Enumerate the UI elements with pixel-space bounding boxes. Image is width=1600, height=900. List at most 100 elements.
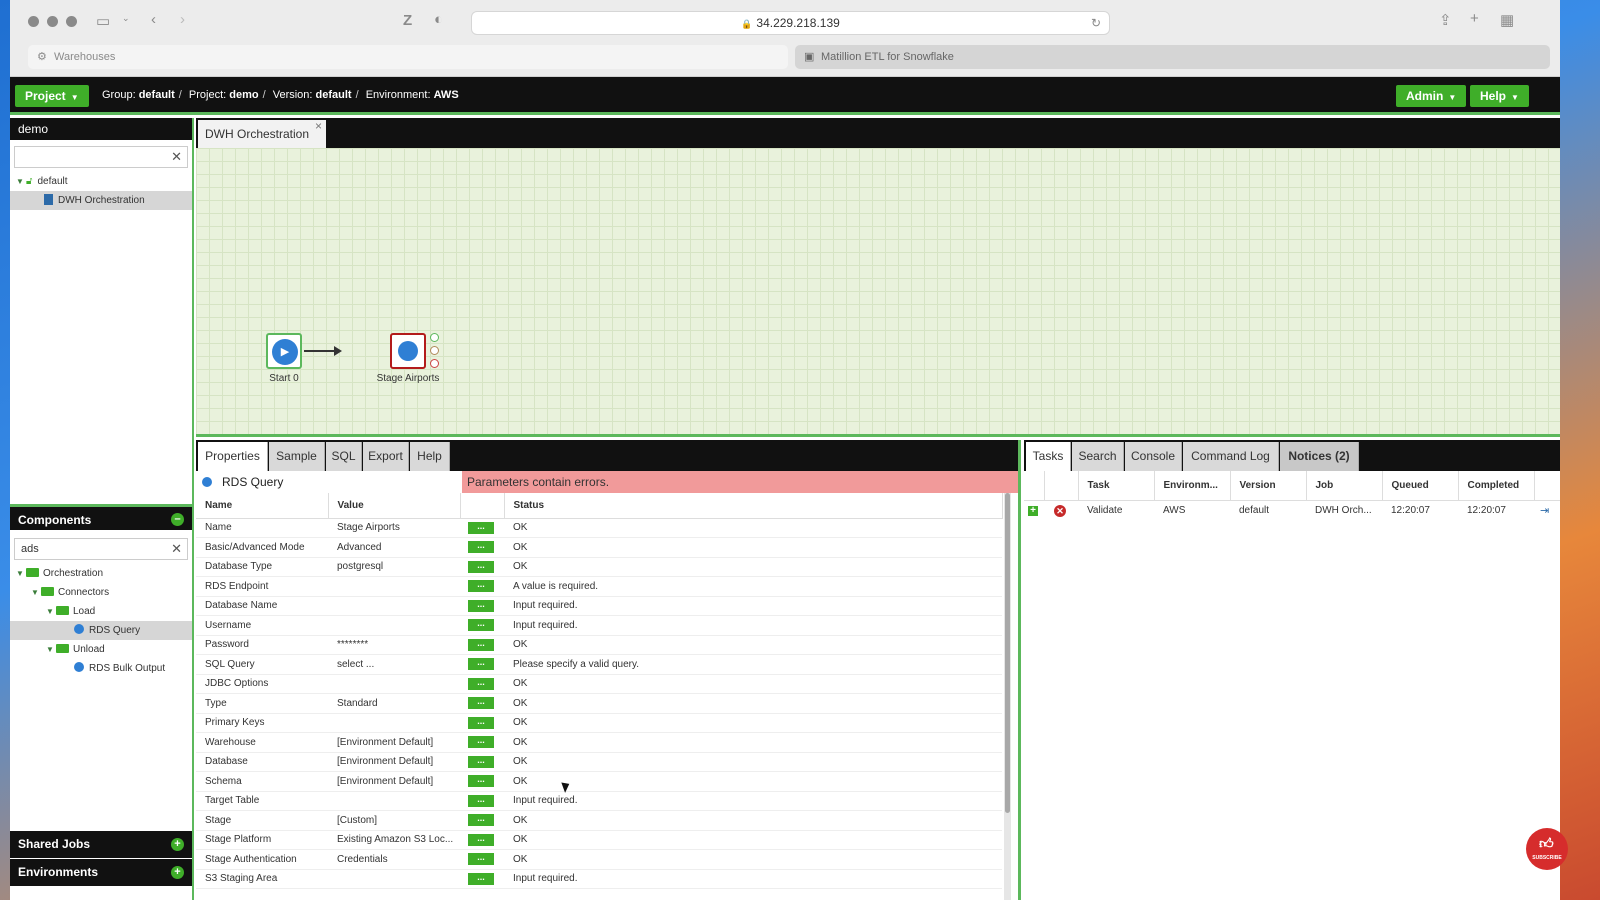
close-tab-icon[interactable]: × [315, 112, 322, 140]
properties-scrollbar[interactable] [1004, 493, 1011, 900]
chevron-down-icon[interactable]: ⌄ [122, 13, 130, 24]
edit-button[interactable]: ... [460, 810, 504, 831]
edit-button[interactable]: ... [460, 654, 504, 675]
tab-search[interactable]: Search [1072, 442, 1124, 471]
subscribe-button[interactable]: 👍︎ SUBSCRIBE [1526, 828, 1568, 870]
column-header-name[interactable]: Name [196, 493, 329, 519]
table-row[interactable]: Password ********... OK [196, 635, 1002, 655]
table-row[interactable]: JDBC Options... OK [196, 674, 1002, 694]
expand-plus-icon[interactable]: + [171, 838, 184, 851]
edit-ellipsis-button[interactable]: ... [468, 853, 494, 866]
stage-airports-node[interactable]: Stage Airports [377, 333, 439, 384]
tab-overview-icon[interactable]: ▦ [1500, 11, 1514, 29]
table-row[interactable]: + ✕ Validate AWS default DWH Orch... 12:… [1024, 500, 1560, 521]
stage-airports-node-box[interactable] [390, 333, 426, 369]
column-header-queued[interactable]: Queued [1382, 471, 1459, 501]
tab-dwh-orchestration[interactable]: DWH Orchestration × [198, 119, 326, 148]
scrollbar-thumb[interactable] [1005, 493, 1010, 813]
edit-ellipsis-button[interactable]: ... [468, 697, 494, 710]
edit-button[interactable]: ... [460, 752, 504, 772]
edit-ellipsis-button[interactable]: ... [468, 755, 494, 768]
tree-item-default[interactable]: ▼ 🔓︎ default [10, 172, 192, 191]
column-header-job[interactable]: Job [1306, 471, 1383, 501]
table-row[interactable]: Database Name... Input required. [196, 596, 1002, 616]
flow-connector-arrow[interactable] [304, 346, 342, 356]
edit-button[interactable]: ... [460, 518, 504, 538]
close-window-button[interactable] [28, 16, 39, 27]
table-row[interactable]: Target Table... Input required. [196, 791, 1002, 811]
table-row[interactable]: RDS Endpoint... A value is required. [196, 576, 1002, 597]
edit-button[interactable]: ... [460, 596, 504, 616]
table-row[interactable]: Warehouse [Environment Default]... OK [196, 732, 1002, 753]
edit-button[interactable]: ... [460, 830, 504, 850]
triangle-down-icon[interactable]: ▼ [44, 602, 56, 621]
privacy-shield-icon[interactable]: ◐ [434, 11, 443, 28]
tree-item-orchestration[interactable]: ▼ Orchestration [10, 564, 192, 583]
help-menu-button[interactable]: Help ▼ [1470, 85, 1529, 107]
triangle-down-icon[interactable]: ▼ [29, 583, 41, 602]
column-header-task[interactable]: Task [1078, 471, 1155, 501]
edit-button[interactable]: ... [460, 869, 504, 889]
table-row[interactable]: Stage [Custom]... OK [196, 810, 1002, 831]
table-row[interactable]: Database [Environment Default]... OK [196, 752, 1002, 772]
tab-console[interactable]: Console [1125, 442, 1182, 471]
tree-item-load[interactable]: ▼ Load [10, 602, 192, 621]
triangle-down-icon[interactable]: ▼ [14, 172, 26, 191]
edit-button[interactable]: ... [460, 732, 504, 753]
edit-button[interactable]: ... [460, 713, 504, 733]
clear-search-icon[interactable]: ✕ [171, 147, 182, 167]
admin-menu-button[interactable]: Admin ▼ [1396, 85, 1467, 107]
edit-ellipsis-button[interactable]: ... [468, 833, 494, 846]
success-port-icon[interactable] [430, 333, 439, 342]
tab-properties[interactable]: Properties [198, 442, 268, 471]
environments-header[interactable]: Environments + [10, 859, 192, 886]
table-row[interactable]: Basic/Advanced Mode Advanced... OK [196, 537, 1002, 558]
project-search-input[interactable]: ✕ [14, 146, 188, 168]
table-row[interactable]: Stage Authentication Credentials... OK [196, 849, 1002, 870]
edit-ellipsis-button[interactable]: ... [468, 794, 494, 807]
table-row[interactable]: Primary Keys... OK [196, 713, 1002, 733]
edit-ellipsis-button[interactable]: ... [468, 560, 494, 573]
reload-icon[interactable]: ↻ [1091, 12, 1101, 34]
start-node[interactable]: ▶ Start 0 [266, 333, 302, 384]
edit-ellipsis-button[interactable]: ... [468, 521, 494, 534]
edit-ellipsis-button[interactable]: ... [468, 599, 494, 612]
edit-button[interactable]: ... [460, 615, 504, 636]
edit-button[interactable]: ... [460, 557, 504, 577]
job-canvas[interactable]: ▶ Start 0 Stage Airports [196, 148, 1560, 437]
address-bar[interactable]: 🔒 34.229.218.139 ↻ [471, 11, 1110, 35]
edit-ellipsis-button[interactable]: ... [468, 619, 494, 632]
forward-icon[interactable]: › [180, 11, 185, 28]
edit-ellipsis-button[interactable]: ... [468, 658, 494, 671]
table-row[interactable]: Stage Platform Existing Amazon S3 Loc....… [196, 830, 1002, 850]
project-menu-button[interactable]: Project ▼ [15, 85, 89, 107]
tab-export[interactable]: Export [363, 442, 409, 471]
edit-button[interactable]: ... [460, 635, 504, 655]
edit-button[interactable]: ... [460, 674, 504, 694]
new-tab-icon[interactable]: + [1470, 10, 1479, 27]
browser-tab-warehouses[interactable]: ⚙ Warehouses [28, 45, 788, 69]
table-row[interactable]: Name Stage Airports... OK [196, 518, 1002, 538]
back-icon[interactable]: ‹ [151, 11, 156, 28]
column-header-value[interactable]: Value [328, 493, 461, 519]
triangle-down-icon[interactable]: ▼ [44, 640, 56, 659]
tab-notices[interactable]: Notices (2) [1280, 442, 1359, 471]
table-row[interactable]: Database Type postgresql... OK [196, 557, 1002, 577]
maximize-window-button[interactable] [66, 16, 77, 27]
column-header-completed[interactable]: Completed [1458, 471, 1535, 501]
tab-sql[interactable]: SQL [326, 442, 362, 471]
edit-ellipsis-button[interactable]: ... [468, 638, 494, 651]
edit-button[interactable]: ... [460, 771, 504, 792]
tab-help[interactable]: Help [410, 442, 450, 471]
column-header-version[interactable]: Version [1230, 471, 1307, 501]
tree-item-connectors[interactable]: ▼ Connectors [10, 583, 192, 602]
tree-item-rds-bulk-output[interactable]: RDS Bulk Output [10, 659, 192, 678]
triangle-down-icon[interactable]: ▼ [14, 564, 26, 583]
tab-sample[interactable]: Sample [269, 442, 325, 471]
column-header-status[interactable]: Status [504, 493, 1003, 519]
start-node-box[interactable]: ▶ [266, 333, 302, 369]
tree-item-unload[interactable]: ▼ Unload [10, 640, 192, 659]
clear-search-icon[interactable]: ✕ [171, 539, 182, 559]
edit-ellipsis-button[interactable]: ... [468, 814, 494, 827]
edit-button[interactable]: ... [460, 791, 504, 811]
